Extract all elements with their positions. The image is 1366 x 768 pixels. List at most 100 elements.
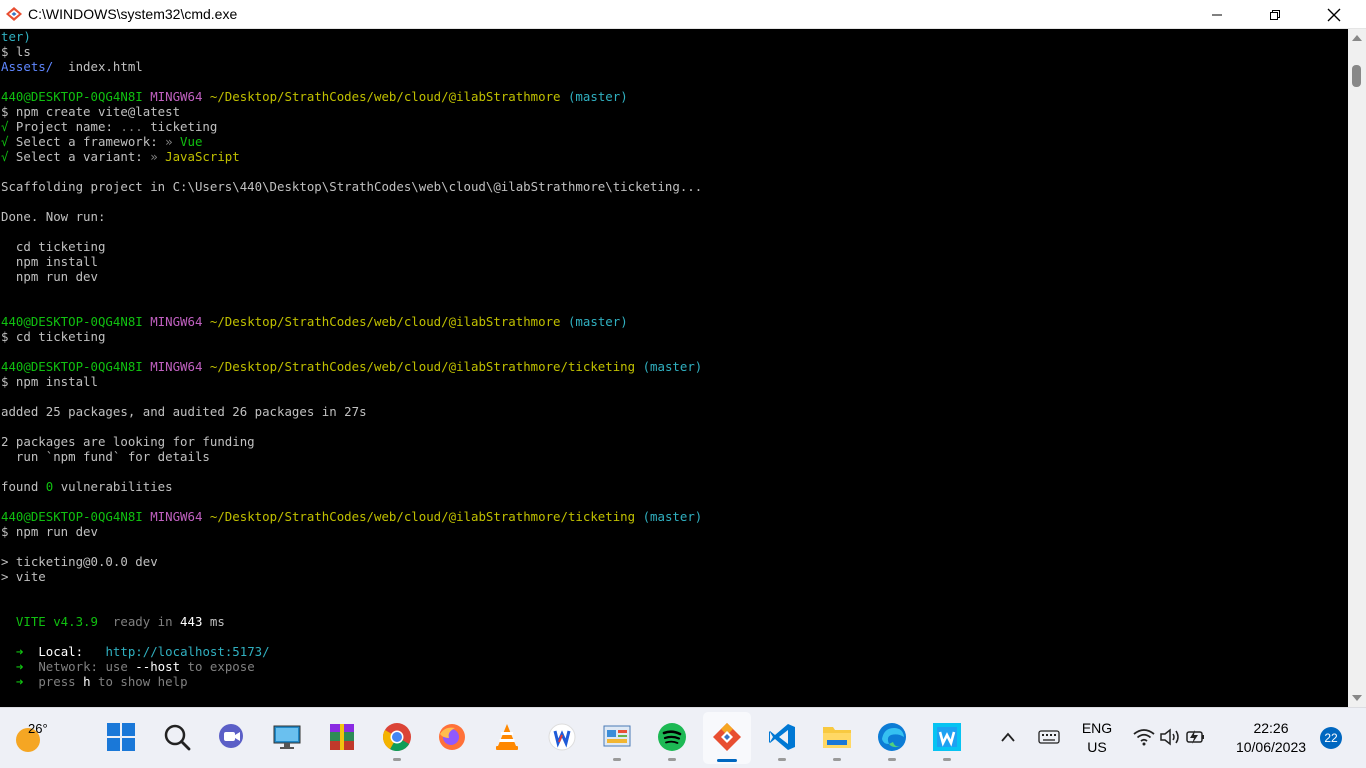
terminal-line: $ cd ticketing	[1, 329, 702, 344]
terminal-text-segment: index.html	[53, 59, 143, 74]
terminal-text-segment: added 25 packages, and audited 26 packag…	[1, 404, 367, 419]
git-icon	[713, 723, 741, 751]
terminal-text-segment: 440@DESKTOP-0QG4N8I	[1, 89, 151, 104]
terminal-text-segment: cd ticketing	[1, 239, 106, 254]
git-bash-icon	[6, 7, 22, 21]
terminal-line: √ Select a variant: » JavaScript	[1, 149, 702, 164]
terminal-text-segment: ms	[202, 614, 225, 629]
terminal-text-segment: $ ls	[1, 44, 31, 59]
notification-badge[interactable]: 22	[1320, 727, 1342, 749]
language-indicator[interactable]: ENG US	[1076, 720, 1118, 755]
scrollbar-thumb[interactable]	[1352, 65, 1361, 87]
clock[interactable]: 22:26 10/06/2023	[1226, 720, 1316, 755]
battery-charging-icon	[1186, 730, 1204, 744]
chat-button[interactable]	[214, 720, 248, 754]
show-hidden-icons-button[interactable]	[992, 720, 1024, 754]
restore-icon	[1270, 9, 1280, 20]
terminal-text-segment: 440@DESKTOP-0QG4N8I	[1, 314, 151, 329]
taskbar-app-control-panel[interactable]	[600, 720, 634, 754]
search-button[interactable]	[160, 720, 194, 754]
weather-temperature: 26°	[28, 721, 48, 736]
terminal-line: Done. Now run:	[1, 209, 702, 224]
close-icon	[1327, 8, 1341, 21]
taskbar-app-remote-desktop[interactable]	[270, 720, 304, 754]
wps-icon	[548, 723, 576, 751]
terminal-line: ter)	[1, 29, 702, 44]
taskbar-app-edge[interactable]	[875, 720, 909, 754]
scroll-down-arrow-icon[interactable]	[1352, 695, 1362, 701]
terminal-text-segment: 443	[180, 614, 203, 629]
terminal-text-segment: √	[1, 119, 16, 134]
terminal-line: ➜ press h to show help	[1, 674, 702, 689]
terminal-line: Assets/ index.html	[1, 59, 702, 74]
chevron-up-icon	[1001, 732, 1015, 742]
keyboard-button[interactable]	[1033, 720, 1065, 754]
window-title-bar[interactable]: C:\WINDOWS\system32\cmd.exe	[0, 0, 1366, 29]
terminal-line: 2 packages are looking for funding	[1, 434, 702, 449]
terminal-line: ➜ Local: http://localhost:5173/	[1, 644, 702, 659]
terminal-text-segment: √	[1, 134, 16, 149]
taskbar-app-wps[interactable]	[545, 720, 579, 754]
terminal-output[interactable]: ter) $ ls Assets/ index.html 440@DESKTOP-0Q…	[0, 29, 1348, 707]
taskbar-app-firefox[interactable]	[435, 720, 469, 754]
terminal-text-segment: MINGW64	[150, 509, 210, 524]
taskbar-app-winrar[interactable]	[325, 720, 359, 754]
terminal-text-segment: $ npm create vite@latest	[1, 104, 181, 119]
terminal-text-segment: ...	[120, 119, 151, 134]
taskbar-app-chrome[interactable]	[380, 720, 414, 754]
taskbar-app-vlc[interactable]	[490, 720, 524, 754]
search-icon	[164, 724, 191, 751]
terminal-line: 440@DESKTOP-0QG4N8I MINGW64 ~/Desktop/St…	[1, 509, 702, 524]
terminal-text-segment: vulnerabilities	[53, 479, 173, 494]
scroll-up-arrow-icon[interactable]	[1352, 35, 1362, 41]
running-indicator-control-panel	[613, 758, 621, 761]
taskbar-app-file-explorer[interactable]	[820, 720, 854, 754]
wifi-icon	[1133, 729, 1155, 746]
terminal-text-segment: »	[165, 134, 181, 149]
chrome-icon	[383, 723, 411, 751]
terminal-text-segment: Scaffolding project in C:\Users\440\Desk…	[1, 179, 703, 194]
window-title: C:\WINDOWS\system32\cmd.exe	[28, 6, 238, 22]
active-app-indicator	[717, 759, 737, 762]
running-indicator-webstorm	[943, 758, 951, 761]
terminal-line: √ Project name: ... ticketing	[1, 119, 702, 134]
terminal-scrollbar[interactable]	[1348, 29, 1366, 707]
terminal-text-segment: http://localhost:5173/	[105, 644, 270, 659]
restore-button[interactable]	[1246, 0, 1304, 29]
taskbar-app-spotify[interactable]	[655, 720, 689, 754]
terminal-line: $ npm run dev	[1, 524, 702, 539]
terminal-line: run `npm fund` for details	[1, 449, 702, 464]
terminal-text-segment: 440@DESKTOP-0QG4N8I	[1, 509, 151, 524]
terminal-line: > ticketing@0.0.0 dev	[1, 554, 702, 569]
taskbar-app-webstorm[interactable]	[930, 720, 964, 754]
minimize-icon	[1212, 14, 1222, 15]
taskbar-app-git-bash[interactable]	[710, 720, 744, 754]
weather-widget[interactable]: 26°	[12, 720, 60, 756]
terminal-text-segment: ~/Desktop/StrathCodes/web/cloud/@ilabStr…	[209, 509, 636, 524]
terminal-line: √ Select a framework: » Vue	[1, 134, 702, 149]
terminal-text-segment: > vite	[1, 569, 46, 584]
quick-settings-button[interactable]	[1128, 720, 1212, 754]
terminal-text-segment: $ npm run dev	[1, 524, 98, 539]
running-indicator-spotify	[668, 758, 676, 761]
vlc-icon	[496, 724, 518, 750]
close-button[interactable]	[1305, 0, 1363, 29]
taskbar-app-vscode[interactable]	[765, 720, 799, 754]
terminal-line: $ ls	[1, 44, 702, 59]
minimize-button[interactable]	[1188, 0, 1246, 29]
terminal-text-segment: MINGW64	[150, 359, 210, 374]
running-indicator-edge	[888, 758, 896, 761]
start-button[interactable]	[104, 720, 138, 754]
terminal-text-segment: ticketing	[150, 119, 218, 134]
terminal-text-segment: MINGW64	[150, 89, 210, 104]
